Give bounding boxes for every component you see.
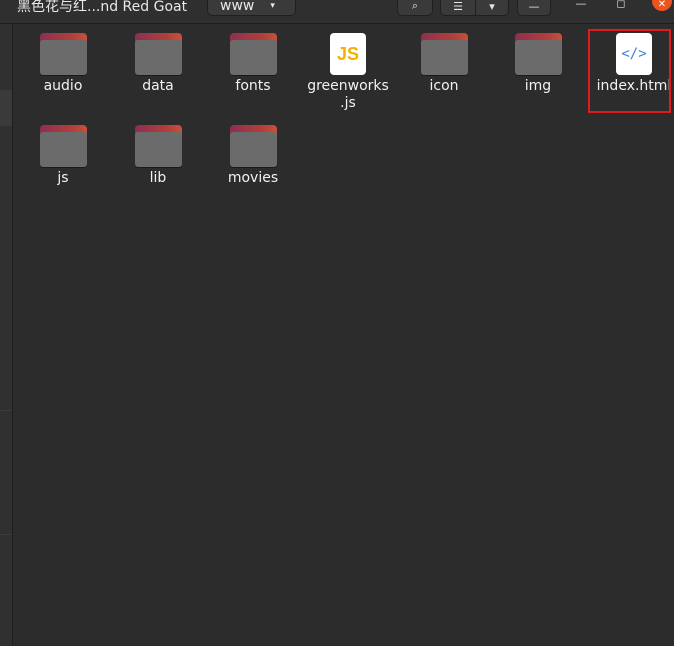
main-menu-button[interactable]: — [517, 0, 551, 16]
breadcrumb-parent[interactable]: 黑色花与红...nd Red Goat [0, 0, 206, 16]
folder-item-fonts[interactable]: fonts [207, 33, 299, 95]
folder-item-icon[interactable]: icon [398, 33, 490, 95]
item-label-line1: greenworks [307, 78, 389, 94]
item-label: movies [227, 170, 279, 186]
folder-icon [514, 33, 562, 75]
item-label: img [524, 78, 552, 94]
sidebar-divider [0, 534, 12, 535]
close-icon: ✕ [657, 0, 667, 10]
item-label: icon [429, 78, 459, 94]
breadcrumb-current[interactable]: www ▾ [207, 0, 296, 16]
javascript-file-icon: JS [330, 33, 366, 75]
folder-item-data[interactable]: data [112, 33, 204, 95]
folder-icon [229, 33, 277, 75]
folder-icon [134, 33, 182, 75]
item-label: lib [149, 170, 167, 186]
folder-icon [229, 125, 277, 167]
item-label: fonts [235, 78, 271, 94]
sidebar-divider [0, 410, 12, 411]
chevron-down-icon: ▾ [489, 0, 495, 13]
item-label: data [142, 78, 174, 94]
folder-item-movies[interactable]: movies [207, 125, 299, 187]
folder-item-lib[interactable]: lib [112, 125, 204, 187]
folder-icon [134, 125, 182, 167]
folder-icon [39, 33, 87, 75]
view-toggle-button[interactable]: ☰ [440, 0, 476, 16]
close-button[interactable]: ✕ [652, 0, 672, 11]
item-label: js [57, 170, 69, 186]
item-label: greenworks .js [302, 78, 394, 112]
list-view-icon: ☰ [453, 0, 463, 13]
maximize-button[interactable]: ◻ [611, 0, 631, 12]
view-options-button[interactable]: ▾ [475, 0, 509, 16]
item-label: audio [43, 78, 83, 94]
folder-icon [39, 125, 87, 167]
folder-icon [420, 33, 468, 75]
sidebar [0, 24, 13, 646]
folder-item-js[interactable]: js [17, 125, 109, 187]
breadcrumb-current-label: www [220, 0, 255, 14]
breadcrumb-parent-label: 黑色花与红...nd Red Goat [17, 0, 188, 15]
highlight-box [588, 29, 671, 113]
file-grid: audio data fonts JS greenworks .js icon … [13, 24, 674, 646]
header-bar: 黑色花与红...nd Red Goat www ▾ ⌕ ☰ ▾ — — ◻ ✕ [0, 0, 674, 24]
js-glyph: JS [336, 43, 360, 64]
maximize-icon: ◻ [616, 0, 626, 10]
folder-item-img[interactable]: img [492, 33, 584, 95]
item-label-line2: .js [340, 95, 356, 111]
chevron-down-icon: ▾ [270, 1, 275, 11]
folder-item-audio[interactable]: audio [17, 33, 109, 95]
sidebar-item-selected[interactable] [0, 90, 12, 126]
minimize-icon: — [575, 0, 587, 10]
menu-icon: — [528, 0, 540, 13]
search-icon: ⌕ [411, 0, 419, 12]
file-item-greenworks-js[interactable]: JS greenworks .js [302, 33, 394, 112]
minimize-button[interactable]: — [571, 0, 591, 12]
search-button[interactable]: ⌕ [397, 0, 433, 16]
